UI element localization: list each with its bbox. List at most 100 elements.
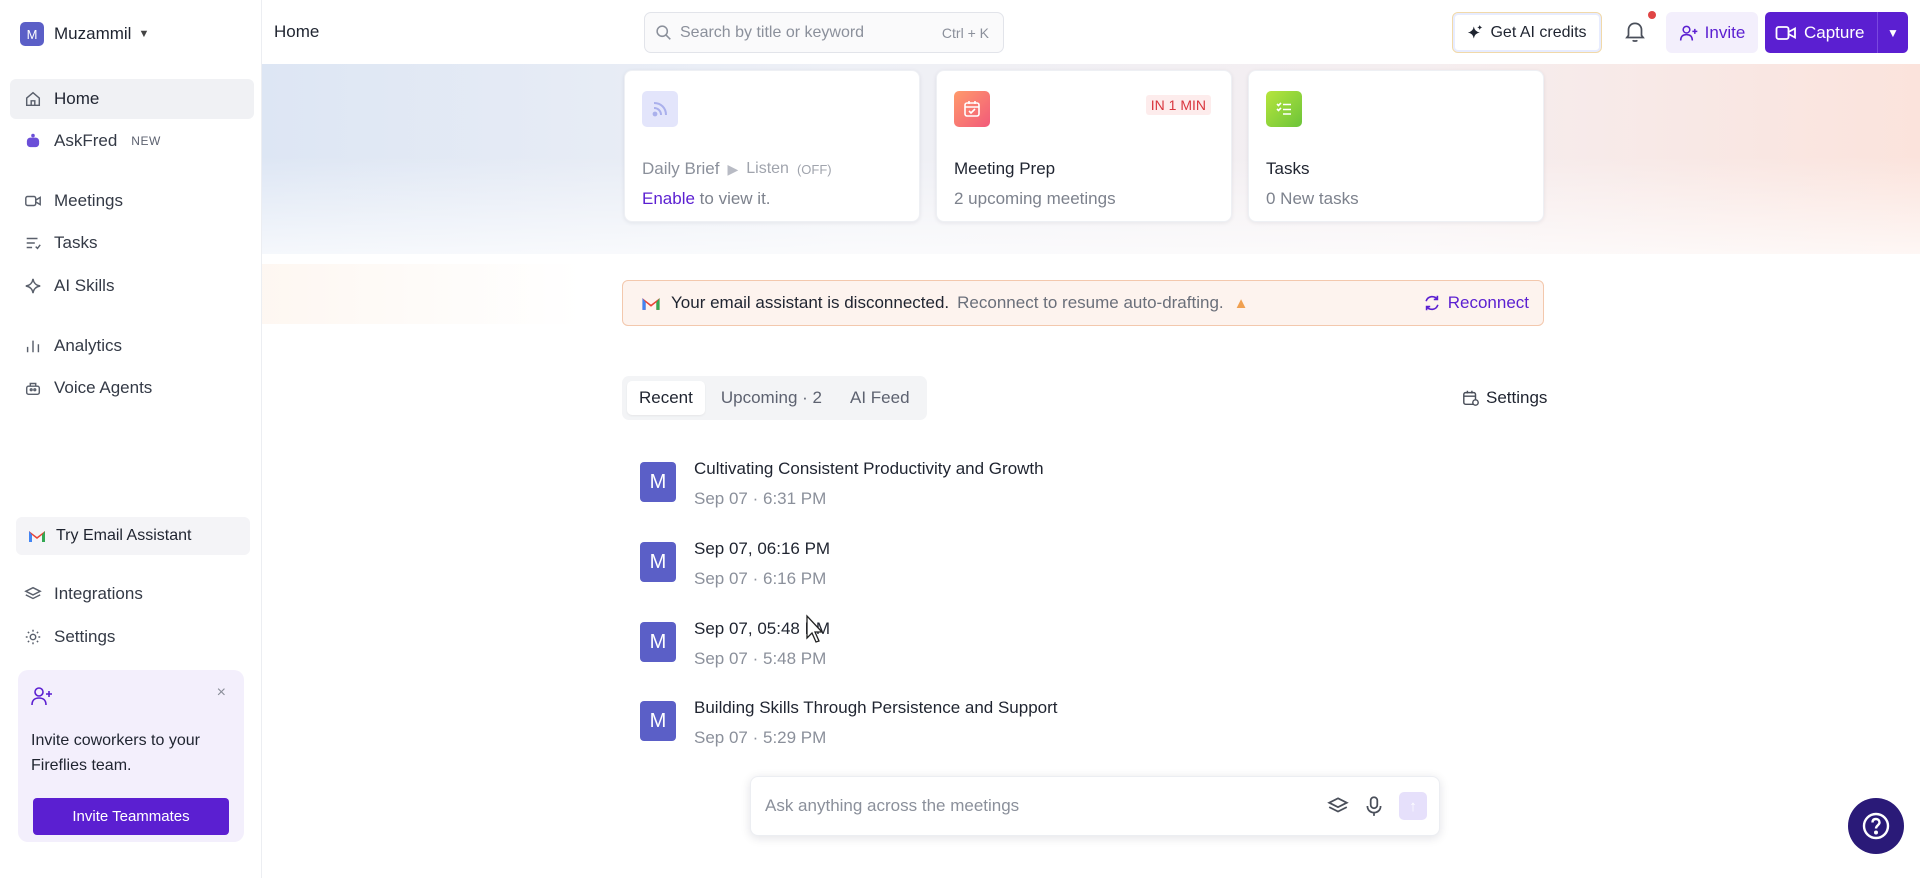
daily-brief-card[interactable]: Daily Brief ▶ Listen (OFF) Enable to vie… — [624, 70, 920, 222]
meeting-title: Cultivating Consistent Productivity and … — [694, 459, 1044, 478]
try-email-assistant-button[interactable]: Try Email Assistant — [16, 517, 250, 555]
voice-agent-icon — [25, 382, 41, 396]
invite-button[interactable]: Invite — [1666, 12, 1758, 53]
sidebar-item-home[interactable]: Home — [10, 79, 254, 119]
mouse-cursor-icon — [806, 614, 824, 643]
send-button[interactable]: ↑ — [1399, 792, 1427, 820]
meeting-prep-title: Meeting Prep — [954, 159, 1056, 178]
meeting-date: Sep 07 — [694, 649, 748, 668]
help-button[interactable] — [1848, 798, 1904, 854]
meeting-prep-card[interactable]: IN 1 MIN Meeting Prep 2 upcoming meeting… — [936, 70, 1232, 222]
task-list-icon — [1266, 91, 1302, 127]
sidebar-item-integrations[interactable]: Integrations — [10, 574, 254, 614]
rss-icon — [642, 91, 678, 127]
try-email-label: Try Email Assistant — [56, 527, 192, 544]
invite-card-text: Invite coworkers to your Fireflies team. — [31, 732, 200, 774]
feed-settings-button[interactable]: Settings — [1462, 388, 1547, 408]
search-placeholder: Search by title or keyword — [680, 23, 865, 41]
layers-icon[interactable] — [1327, 795, 1349, 817]
sidebar-item-voice-agents[interactable]: Voice Agents — [10, 368, 254, 408]
sidebar-item-analytics[interactable]: Analytics — [10, 326, 254, 366]
close-icon[interactable]: × — [217, 684, 226, 702]
meeting-time: 5:48 PM — [763, 649, 827, 668]
invite-label: Invite — [1704, 22, 1746, 42]
sidebar-item-label: Voice Agents — [54, 378, 153, 397]
daily-brief-title-row: Daily Brief ▶ Listen (OFF) — [642, 159, 832, 179]
calendar-settings-icon — [1463, 390, 1479, 406]
new-badge: NEW — [131, 134, 161, 148]
sidebar-item-tasks[interactable]: Tasks — [10, 223, 254, 263]
arrow-up-icon: ↑ — [1409, 797, 1417, 815]
status-badge: IN 1 MIN — [1145, 95, 1211, 115]
sidebar-item-label: AskFred — [54, 131, 118, 150]
tasks-card[interactable]: Tasks 0 New tasks — [1248, 70, 1544, 222]
list-item[interactable]: M Sep 07, 05:48 PM Sep 07 · 5:48 PM — [640, 618, 830, 670]
meeting-title: Sep 07, 06:16 PM — [694, 539, 831, 558]
list-item[interactable]: M Cultivating Consistent Productivity an… — [640, 458, 1044, 510]
search-shortcut: Ctrl + K — [941, 24, 989, 41]
invite-teammates-button[interactable]: Invite Teammates — [33, 798, 229, 835]
listen-label[interactable]: Listen — [746, 160, 789, 178]
chevron-down-icon[interactable]: ▼ — [1878, 26, 1908, 40]
tasks-title: Tasks — [1266, 159, 1310, 178]
list-item[interactable]: M Sep 07, 06:16 PM Sep 07 · 6:16 PM — [640, 538, 830, 590]
meeting-date: Sep 07 — [694, 728, 748, 747]
sidebar-item-label: Settings — [54, 627, 116, 646]
notification-dot — [1648, 11, 1656, 19]
home-icon — [25, 91, 41, 107]
avatar: M — [640, 462, 676, 502]
capture-label: Capture — [1804, 22, 1865, 42]
sidebar-item-askfred[interactable]: AskFred NEW — [10, 121, 254, 161]
gmail-icon — [29, 531, 45, 542]
decorative-gradient — [262, 264, 582, 324]
chevron-down-icon: ▼ — [138, 28, 150, 40]
ai-credits-label: Get AI credits — [1490, 23, 1587, 41]
bell-icon[interactable] — [1622, 18, 1648, 44]
workspace-switcher[interactable]: M Muzammil ▼ — [20, 20, 149, 48]
meeting-time: 6:16 PM — [763, 569, 827, 588]
enable-link[interactable]: Enable — [642, 189, 695, 208]
ask-input[interactable]: Ask anything across the meetings ↑ — [750, 776, 1440, 836]
reconnect-button[interactable]: Reconnect — [1423, 293, 1529, 313]
sidebar-item-label: Tasks — [54, 233, 98, 252]
workspace-avatar: M — [20, 22, 44, 46]
list-icon — [26, 237, 41, 250]
listen-state: (OFF) — [796, 161, 832, 177]
refresh-icon — [1425, 295, 1439, 311]
banner-title: Your email assistant is disconnected. — [671, 293, 950, 312]
sidebar-item-settings[interactable]: Settings — [10, 617, 254, 657]
invite-card: × Invite coworkers to your Fireflies tea… — [18, 670, 244, 842]
meeting-time: 6:31 PM — [763, 489, 827, 508]
avatar: M — [640, 622, 676, 662]
capture-button[interactable]: Capture ▼ — [1765, 12, 1908, 53]
sidebar: M Muzammil ▼ Home AskFred NEW Meetings T… — [0, 0, 262, 878]
gear-icon — [25, 629, 41, 645]
meeting-date: Sep 07 — [694, 569, 748, 588]
capture-main[interactable]: Capture — [1765, 12, 1878, 53]
tab-recent[interactable]: Recent — [627, 381, 705, 415]
feed-tabs: Recent Upcoming · 2 AI Feed — [622, 376, 927, 420]
daily-brief-title: Daily Brief — [642, 159, 720, 178]
tab-upcoming[interactable]: Upcoming · 2 — [709, 381, 834, 415]
video-icon — [1775, 25, 1796, 40]
list-item[interactable]: M Building Skills Through Persistence an… — [640, 697, 1058, 749]
reconnect-label: Reconnect — [1447, 293, 1529, 312]
add-user-icon — [31, 687, 52, 706]
search-icon — [656, 25, 671, 40]
sidebar-item-meetings[interactable]: Meetings — [10, 181, 254, 221]
add-user-icon — [1679, 25, 1698, 41]
main-content: Daily Brief ▶ Listen (OFF) Enable to vie… — [262, 64, 1920, 878]
sparkle-icon — [1468, 24, 1483, 39]
search-input[interactable]: Search by title or keyword Ctrl + K — [644, 12, 1004, 53]
breadcrumb: Home — [274, 22, 320, 41]
meeting-date: Sep 07 — [694, 489, 748, 508]
workspace-name: Muzammil — [54, 24, 132, 43]
sparkle-icon — [25, 278, 41, 294]
layers-icon — [24, 586, 42, 600]
play-icon[interactable]: ▶ — [727, 161, 738, 178]
microphone-icon[interactable] — [1363, 795, 1385, 817]
get-ai-credits-button[interactable]: Get AI credits — [1452, 12, 1602, 53]
sidebar-item-ai-skills[interactable]: AI Skills — [10, 266, 254, 306]
tab-ai-feed[interactable]: AI Feed — [838, 381, 922, 415]
video-icon — [25, 195, 41, 207]
